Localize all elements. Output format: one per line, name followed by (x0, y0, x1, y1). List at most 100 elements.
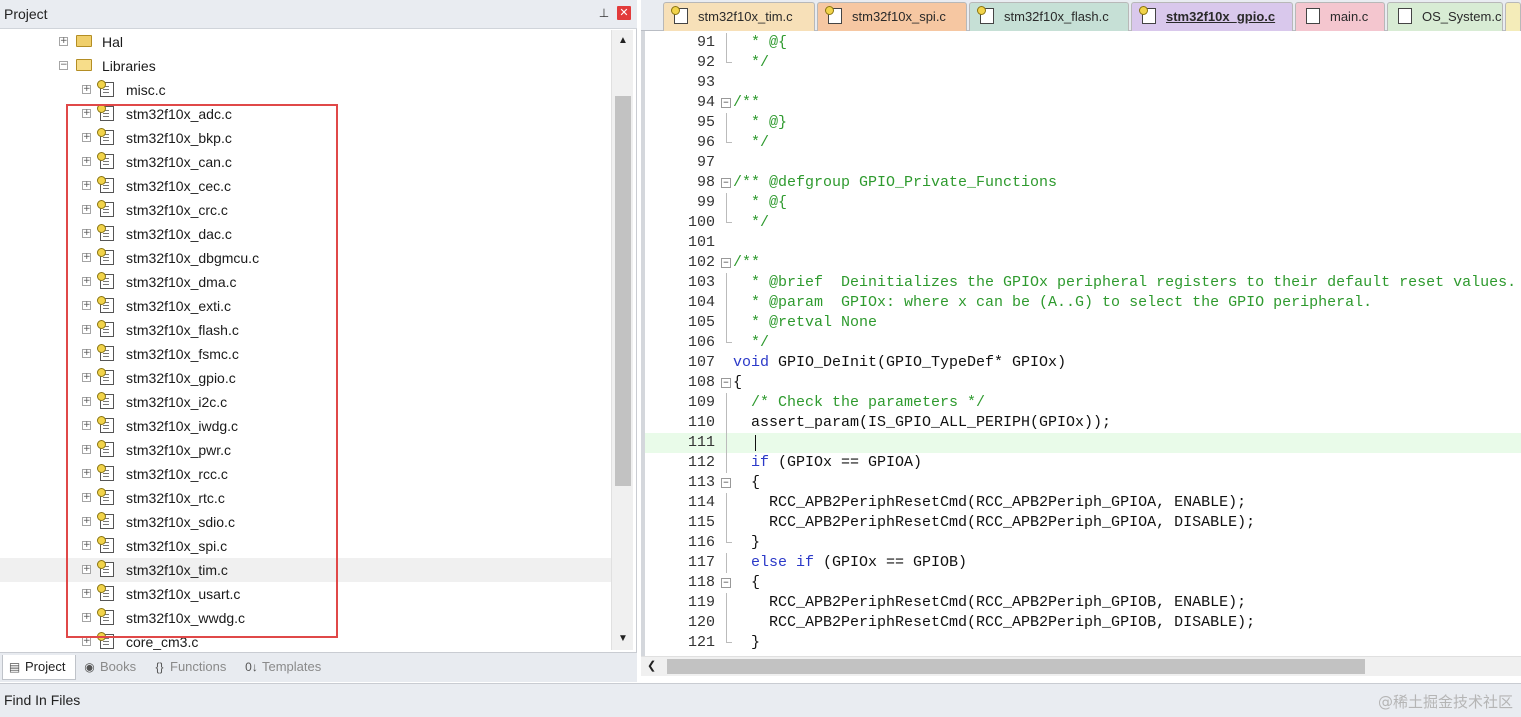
code-line[interactable]: 100 */ (645, 213, 1521, 233)
editor-tab[interactable]: stm32f10x_spi.c (817, 2, 967, 31)
editor-horizontal-scrollbar[interactable]: ❮ (641, 656, 1521, 676)
expand-icon[interactable]: + (59, 37, 68, 46)
line-number: 117 (687, 554, 715, 571)
panel-tab-templates[interactable]: 0↓ Templates (240, 655, 332, 680)
scroll-up-arrow-icon[interactable]: ▲ (614, 32, 632, 50)
project-panel-titlebar: Project ⊥ ✕ (0, 0, 637, 29)
code-text: { (733, 574, 761, 591)
pin-icon[interactable]: ⊥ (598, 6, 610, 20)
line-number: 104 (687, 294, 715, 311)
find-in-files-title[interactable]: Find In Files (4, 692, 80, 708)
code-line[interactable]: 114 RCC_APB2PeriphResetCmd(RCC_APB2Perip… (645, 493, 1521, 513)
editor-tab[interactable]: stm32f10x_tim.c (663, 2, 815, 31)
code-line[interactable]: 94−/** (645, 93, 1521, 113)
panel-tab-books[interactable]: ◉ Books (78, 655, 146, 680)
code-editor[interactable]: 91 * @{92 */93 94−/** 95 * @} 96 */97 98−/**… (641, 31, 1521, 656)
editor-tab[interactable] (1505, 2, 1521, 31)
tree-item[interactable]: + Hal (0, 30, 611, 54)
fold-toggle-icon[interactable]: − (721, 578, 731, 588)
code-line[interactable]: 99 * @{ (645, 193, 1521, 213)
code-line[interactable]: 108−{ (645, 373, 1521, 393)
code-line[interactable]: 112 if (GPIOx == GPIOA) (645, 453, 1521, 473)
scroll-down-arrow-icon[interactable]: ▼ (614, 630, 632, 648)
line-number: 106 (687, 334, 715, 351)
tree-item-label: misc.c (126, 82, 166, 98)
code-text: void GPIO_DeInit(GPIO_TypeDef* GPIOx) (733, 354, 1067, 371)
c-file-key-icon (671, 6, 688, 24)
code-line[interactable]: 96 */ (645, 133, 1521, 153)
fold-guide (726, 433, 727, 453)
code-line[interactable]: 113− { (645, 473, 1521, 493)
code-line[interactable]: 105 * @retval None (645, 313, 1521, 333)
code-line[interactable]: 98−/** @defgroup GPIO_Private_Functions (645, 173, 1521, 193)
code-line[interactable]: 92 */ (645, 53, 1521, 73)
highlight-annotation-box (66, 104, 338, 638)
code-text: */ (733, 134, 770, 151)
collapse-icon[interactable]: − (59, 61, 68, 70)
code-line[interactable]: 103 * @brief Deinitializes the GPIOx per… (645, 273, 1521, 293)
tree-item[interactable]: + misc.c (0, 78, 611, 102)
panel-tab-project[interactable]: ▤ Project (2, 655, 76, 680)
code-line[interactable]: 116 } (645, 533, 1521, 553)
editor-tab[interactable]: stm32f10x_gpio.c (1131, 2, 1293, 31)
code-line[interactable]: 109 /* Check the parameters */ (645, 393, 1521, 413)
fold-toggle-icon[interactable]: − (721, 258, 731, 268)
code-line[interactable]: 120 RCC_APB2PeriphResetCmd(RCC_APB2Perip… (645, 613, 1521, 633)
code-line[interactable]: 93 (645, 73, 1521, 93)
tree-item[interactable]: − Libraries (0, 54, 611, 78)
panel-tab-label: Project (25, 659, 66, 674)
editor-tab[interactable]: OS_System.c (1387, 2, 1503, 31)
fold-guide (726, 313, 727, 333)
panel-tab-functions[interactable]: {} Functions (148, 655, 238, 680)
watermark: @稀土掘金技术社区 (1377, 693, 1513, 711)
text-cursor (755, 435, 756, 451)
code-text: } (733, 634, 761, 651)
fold-guide (726, 293, 727, 313)
project-tree-vertical-scrollbar[interactable]: ▲ ▼ (611, 30, 633, 650)
c-file-icon (1306, 8, 1320, 24)
code-line[interactable]: 104 * @param GPIOx: where x can be (A..G… (645, 293, 1521, 313)
fold-guide (726, 633, 732, 643)
line-number: 121 (687, 634, 715, 651)
fold-toggle-icon[interactable]: − (721, 378, 731, 388)
fold-toggle-icon[interactable]: − (721, 478, 731, 488)
code-line[interactable]: 118− { (645, 573, 1521, 593)
code-line[interactable]: 91 * @{ (645, 33, 1521, 53)
close-icon[interactable]: ✕ (617, 6, 631, 20)
code-line[interactable]: 117 else if (GPIOx == GPIOB) (645, 553, 1521, 573)
code-line[interactable]: 121 } (645, 633, 1521, 653)
code-line[interactable]: 106 */ (645, 333, 1521, 353)
fold-toggle-icon[interactable]: − (721, 98, 731, 108)
code-line[interactable]: 119 RCC_APB2PeriphResetCmd(RCC_APB2Perip… (645, 593, 1521, 613)
line-number: 116 (687, 534, 715, 551)
line-number: 103 (687, 274, 715, 291)
scrollbar-thumb[interactable] (615, 96, 631, 486)
code-line[interactable]: 115 RCC_APB2PeriphResetCmd(RCC_APB2Perip… (645, 513, 1521, 533)
code-line[interactable]: 97 (645, 153, 1521, 173)
line-number: 99 (696, 194, 715, 211)
code-line[interactable]: 110 assert_param(IS_GPIO_ALL_PERIPH(GPIO… (645, 413, 1521, 433)
code-text: else if (GPIOx == GPIOB) (751, 554, 968, 571)
code-text: assert_param(IS_GPIO_ALL_PERIPH(GPIOx)); (733, 414, 1112, 431)
expand-icon[interactable]: + (82, 85, 91, 94)
horizontal-scrollbar-thumb[interactable] (667, 659, 1365, 674)
code-text: RCC_APB2PeriphResetCmd(RCC_APB2Periph_GP… (733, 594, 1247, 611)
editor-tab[interactable]: stm32f10x_flash.c (969, 2, 1129, 31)
editor-tab[interactable]: main.c (1295, 2, 1385, 31)
expand-icon[interactable]: + (82, 637, 91, 646)
fold-toggle-icon[interactable]: − (721, 178, 731, 188)
code-line[interactable]: 111 (645, 433, 1521, 453)
fold-guide (726, 593, 727, 613)
line-number: 119 (687, 594, 715, 611)
tree-item-label: Libraries (102, 58, 156, 74)
editor-tab-label: OS_System.c (1422, 9, 1502, 24)
code-line[interactable]: 107 void GPIO_DeInit(GPIO_TypeDef* GPIOx) (645, 353, 1521, 373)
code-line[interactable]: 102−/** (645, 253, 1521, 273)
code-text: */ (733, 214, 770, 231)
scroll-left-arrow-icon[interactable]: ❮ (647, 659, 656, 672)
functions-icon: {} (155, 660, 164, 674)
panel-tab-label: Books (100, 659, 137, 674)
code-line[interactable]: 101 (645, 233, 1521, 253)
code-line[interactable]: 95 * @} (645, 113, 1521, 133)
editor-tab-label: stm32f10x_gpio.c (1166, 9, 1276, 24)
